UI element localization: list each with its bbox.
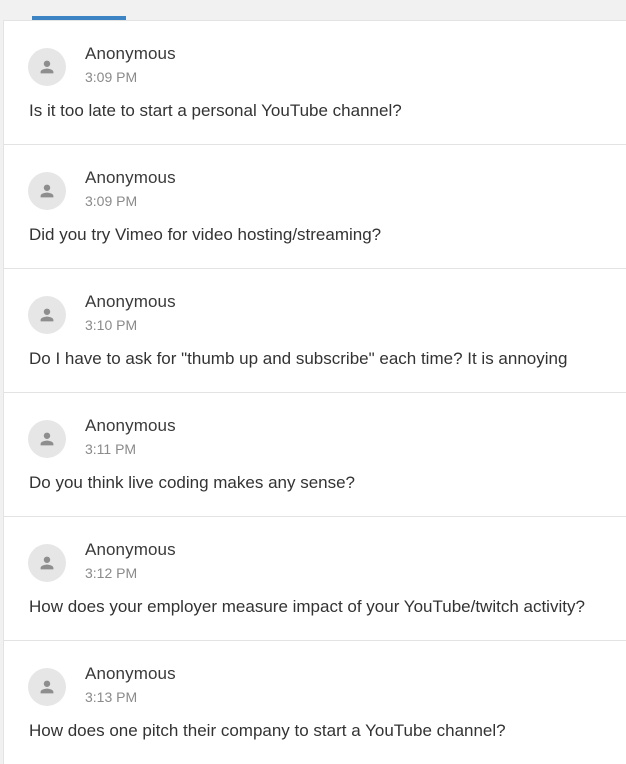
question-author: Anonymous	[85, 664, 176, 683]
question-item: Anonymous 3:12 PM How does your employer…	[4, 517, 626, 641]
question-text: Did you try Vimeo for video hosting/stre…	[29, 225, 382, 244]
question-author: Anonymous	[85, 292, 176, 311]
avatar	[28, 420, 66, 458]
person-icon	[40, 680, 54, 694]
person-icon	[40, 184, 54, 198]
question-time: 3:10 PM	[85, 317, 138, 333]
question-text: Do you think live coding makes any sense…	[29, 473, 356, 492]
question-item: Anonymous 3:13 PM How does one pitch the…	[4, 641, 626, 764]
question-text: Do I have to ask for "thumb up and subsc…	[29, 349, 568, 368]
question-item: Anonymous 3:09 PM Is it too late to star…	[4, 21, 626, 145]
question-text: Is it too late to start a personal YouTu…	[29, 101, 402, 120]
question-author: Anonymous	[85, 416, 176, 435]
avatar	[28, 544, 66, 582]
questions-list: Anonymous 3:09 PM Is it too late to star…	[3, 20, 626, 764]
question-time: 3:09 PM	[85, 69, 138, 85]
question-author: Anonymous	[85, 540, 176, 559]
question-item: Anonymous 3:10 PM Do I have to ask for "…	[4, 269, 626, 393]
question-time: 3:11 PM	[85, 441, 137, 457]
avatar	[28, 172, 66, 210]
tab-bar	[0, 0, 626, 20]
question-author: Anonymous	[85, 44, 176, 63]
question-item: Anonymous 3:09 PM Did you try Vimeo for …	[4, 145, 626, 269]
avatar	[28, 48, 66, 86]
person-icon	[40, 432, 54, 446]
question-time: 3:12 PM	[85, 565, 138, 581]
person-icon	[40, 556, 54, 570]
question-time: 3:13 PM	[85, 689, 138, 705]
person-icon	[40, 60, 54, 74]
question-text: How does your employer measure impact of…	[29, 597, 585, 616]
question-item: Anonymous 3:11 PM Do you think live codi…	[4, 393, 626, 517]
person-icon	[40, 308, 54, 322]
avatar	[28, 668, 66, 706]
avatar	[28, 296, 66, 334]
question-time: 3:09 PM	[85, 193, 138, 209]
question-author: Anonymous	[85, 168, 176, 187]
question-text: How does one pitch their company to star…	[29, 721, 506, 740]
